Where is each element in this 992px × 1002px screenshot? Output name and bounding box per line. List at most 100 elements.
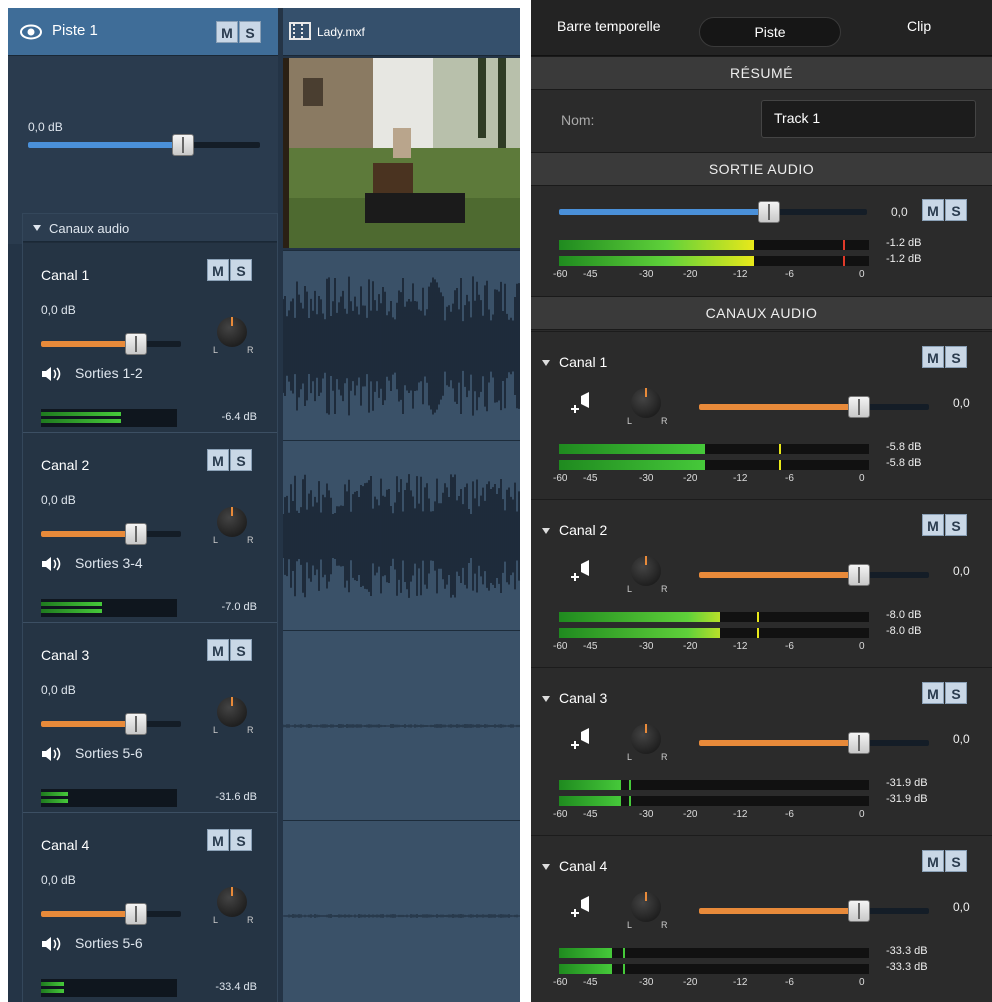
channel-gain-knob[interactable] [125,903,147,925]
channel-gain-value: 0,0 dB [41,303,76,317]
left-channel-2: Canal 2 MS 0,0 dB LR Sorties 3-4 -7.0 dB [23,433,277,623]
film-icon [289,22,311,40]
channel-solo-button[interactable]: S [945,514,967,536]
pan-add-icon[interactable] [569,390,591,416]
summary-section-header: RÉSUMÉ [531,56,992,90]
track-name-field[interactable]: Track 1 [761,100,976,138]
channel-gain-fill [41,341,136,347]
left-channel-1: Canal 1 MS 0,0 dB LR Sorties 1-2 -6.4 dB [23,243,277,433]
channel-gain-slider[interactable] [41,333,181,355]
channel-name: Canal 3 [559,690,608,706]
inspector-channel-4: Canal 4 MS LR 0,0 -33.3 dB -33.3 dB -60-… [531,835,992,1002]
speaker-icon [42,747,61,761]
collapse-triangle-icon[interactable] [542,528,550,534]
channel-gain-slider[interactable] [41,523,181,545]
track-gain-slider[interactable] [28,134,260,156]
tab-clip[interactable]: Clip [907,18,931,34]
channel-level-left: -5.8 dB [886,441,922,453]
channel-solo-button[interactable]: S [230,639,252,661]
channel-name: Canal 4 [41,837,90,853]
tab-track[interactable]: Piste [699,17,841,47]
audio-channels-header[interactable]: Canaux audio [23,214,277,242]
collapse-triangle-icon[interactable] [542,696,550,702]
channel-gain-value: 0,0 [953,732,970,746]
channel-level-meter [41,409,177,427]
waveform-lane-1[interactable] [283,250,520,440]
waveform-lane-4[interactable] [283,820,520,1002]
pan-add-icon[interactable] [569,726,591,752]
channel-outputs: Sorties 5-6 [75,935,143,951]
channel-gain-slider[interactable] [699,732,929,754]
output-solo-button[interactable]: S [945,199,967,221]
channel-mute-button[interactable]: M [922,682,944,704]
pan-knob[interactable]: LR [621,378,671,428]
audio-output-slider[interactable] [559,201,867,223]
tab-timeline[interactable]: Barre temporelle [557,18,661,34]
pan-knob[interactable]: LR [207,687,257,737]
channel-gain-slider[interactable] [699,396,929,418]
channel-name: Canal 1 [559,354,608,370]
channel-gain-knob[interactable] [125,713,147,735]
clip-thumbnail[interactable] [283,58,520,248]
pan-knob[interactable]: LR [207,497,257,547]
channel-gain-knob[interactable] [125,523,147,545]
channel-gain-slider[interactable] [699,564,929,586]
channel-solo-button[interactable]: S [230,449,252,471]
track-mute-solo: M S [216,21,261,43]
channel-name: Canal 1 [41,267,90,283]
waveform [283,474,520,598]
channel-meter-scale: -60 -45 -30 -20 -12 -6 0 [553,641,865,652]
channel-mute-solo: MS [922,514,967,536]
channel-mute-button[interactable]: M [207,259,229,281]
pan-knob[interactable]: LR [207,307,257,357]
channel-level-value: -6.4 dB [221,411,257,423]
speaker-icon [42,937,61,951]
track-mute-button[interactable]: M [216,21,238,43]
inspector-channel-1: Canal 1 MS LR 0,0 -5.8 dB -5.8 dB -60 -45… [531,331,992,499]
channel-meter-right [559,628,869,638]
collapse-triangle-icon[interactable] [542,360,550,366]
channel-level-right: -8.0 dB [886,625,922,637]
channel-level-value: -33.4 dB [215,981,257,993]
channel-solo-button[interactable]: S [230,829,252,851]
output-mute-button[interactable]: M [922,199,944,221]
channel-mute-button[interactable]: M [922,346,944,368]
channel-level-left: -8.0 dB [886,609,922,621]
waveform-lane-2[interactable] [283,440,520,630]
channel-gain-slider[interactable] [41,713,181,735]
waveform-lane-3[interactable] [283,630,520,820]
channel-meter-right [559,460,869,470]
channel-mute-button[interactable]: M [207,449,229,471]
channel-level-meter [41,599,177,617]
channel-mute-button[interactable]: M [207,639,229,661]
audio-channels-section-header: CANAUX AUDIO [531,296,992,330]
channel-mute-button[interactable]: M [207,829,229,851]
left-channel-4: Canal 4 MS 0,0 dB LR Sorties 5-6 -33.4 d… [23,813,277,1002]
channel-solo-button[interactable]: S [945,850,967,872]
channel-gain-slider[interactable] [699,900,929,922]
pan-add-icon[interactable] [569,558,591,584]
channel-gain-knob[interactable] [125,333,147,355]
clip-header[interactable]: Lady.mxf [283,8,520,56]
audio-output-fill [559,209,769,215]
channel-gain-value: 0,0 [953,900,970,914]
output-meter-left [559,240,869,250]
channel-level-value: -31.6 dB [215,791,257,803]
channel-gain-slider[interactable] [41,903,181,925]
track-solo-button[interactable]: S [239,21,261,43]
audio-output-knob[interactable] [758,201,780,223]
channel-mute-button[interactable]: M [922,850,944,872]
pan-knob[interactable]: LR [621,546,671,596]
pan-knob[interactable]: LR [207,877,257,927]
channel-solo-button[interactable]: S [230,259,252,281]
collapse-triangle-icon[interactable] [542,864,550,870]
channel-mute-button[interactable]: M [922,514,944,536]
pan-knob[interactable]: LR [621,714,671,764]
channel-outputs: Sorties 1-2 [75,365,143,381]
pan-add-icon[interactable] [569,894,591,920]
eye-icon[interactable] [20,21,42,43]
track-gain-knob[interactable] [172,134,194,156]
channel-solo-button[interactable]: S [945,682,967,704]
pan-knob[interactable]: LR [621,882,671,932]
channel-solo-button[interactable]: S [945,346,967,368]
